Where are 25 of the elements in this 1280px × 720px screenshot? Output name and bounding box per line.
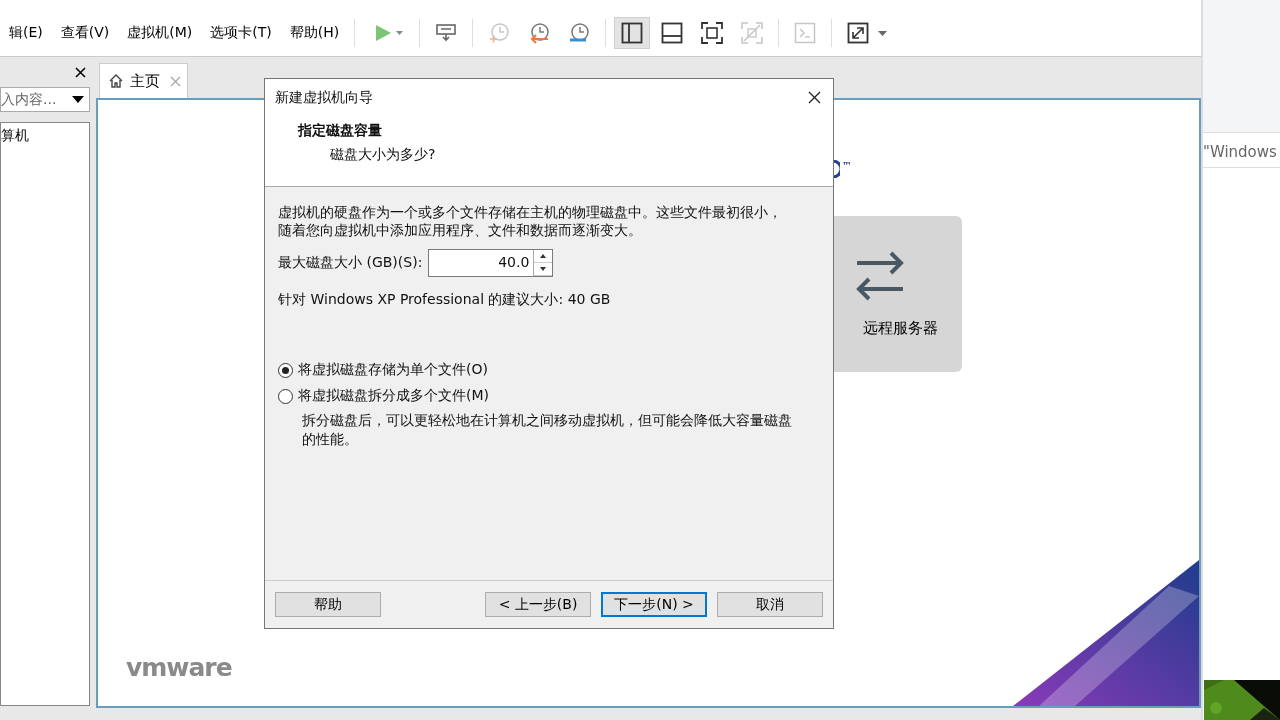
recommendation-text: 针对 Windows XP Professional 的建议大小: 40 GB — [278, 291, 612, 309]
brand-logo: vmware — [126, 653, 232, 682]
menu-item[interactable]: 查看(V) — [51, 24, 119, 42]
trademark: ™ — [842, 160, 852, 171]
description-text: 虚拟机的硬盘作为一个或多个文件存储在主机的物理磁盘中。这些文件最初很小，随着您向虚拟机中添加应用程序、文件和数据而逐渐变大。 — [278, 203, 783, 239]
tab[interactable]: 主页 — [99, 63, 188, 98]
dialog-button[interactable]: 帮助 — [275, 592, 381, 617]
radio-label[interactable]: 将虚拟磁盘拆分成多个文件(M) — [298, 387, 489, 405]
search-field[interactable]: 入内容... — [0, 87, 90, 112]
option-note: 拆分磁盘后，可以更轻松地在计算机之间移动虚拟机，但可能会降低大容量磁盘的性能。 — [302, 411, 793, 449]
dialog-button[interactable]: 取消 — [717, 592, 823, 617]
step-subheading: 磁盘大小为多少? — [329, 146, 437, 164]
radio-label[interactable]: 将虚拟磁盘存储为单个文件(O) — [298, 361, 488, 379]
step-heading: 指定磁盘容量 — [298, 122, 383, 140]
dialog-title: 新建虚拟机向导 — [275, 88, 373, 107]
menu-item[interactable]: 辑(E) — [0, 24, 52, 42]
disk-size-spinner[interactable]: 40.0 — [428, 249, 554, 277]
window-text: "Windows — [1203, 133, 1280, 168]
tree-item[interactable]: 算机 — [1, 127, 89, 145]
menu-item[interactable]: 帮助(H) — [280, 24, 349, 42]
dialog-button[interactable]: 下一步(N) > — [601, 592, 707, 617]
menu-item[interactable]: 虚拟机(M) — [118, 24, 202, 42]
field-label: 最大磁盘大小 (GB)(S): — [278, 254, 423, 272]
dialog-button[interactable]: < 上一步(B) — [485, 592, 591, 617]
menu-item[interactable]: 选项卡(T) — [201, 24, 281, 42]
